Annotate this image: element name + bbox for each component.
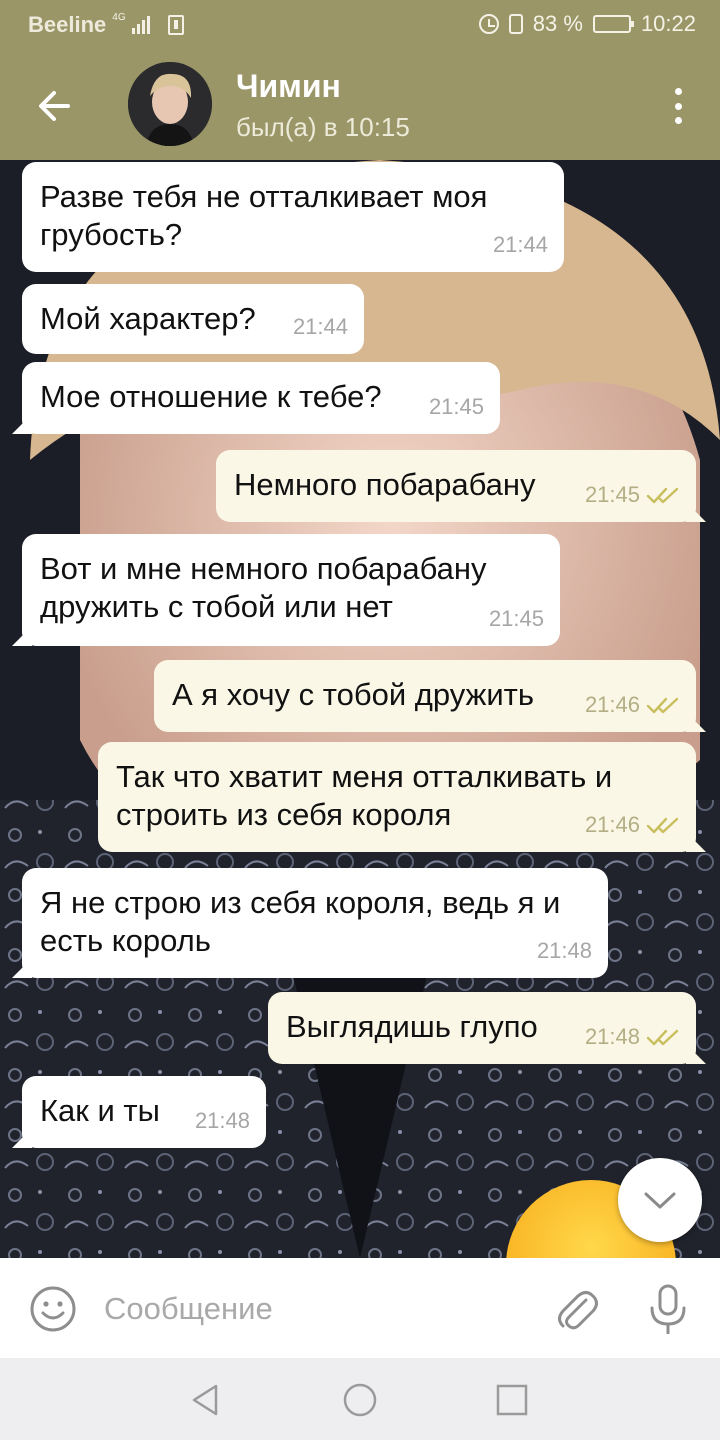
outgoing-message[interactable]: Так что хватит меня отталкивать и строит… — [98, 742, 696, 852]
message-time: 21:45 — [428, 394, 484, 419]
double-check-icon — [646, 697, 679, 714]
message-time: 21:46 — [584, 692, 640, 717]
back-button[interactable] — [26, 78, 82, 134]
alarm-icon — [478, 14, 499, 34]
message-text: Разве тебя не отталкивает моя грубость? — [40, 179, 488, 252]
nav-back-icon[interactable] — [186, 1380, 226, 1420]
chat-header: Чимин был(а) в 10:15 — [0, 48, 720, 160]
message-time: 21:48 — [584, 1024, 640, 1049]
message-meta: 21:48 — [537, 932, 592, 970]
message-time: 21:45 — [584, 482, 640, 507]
scroll-down-button[interactable] — [618, 1158, 702, 1242]
incoming-message[interactable]: Мой характер? 21:44 — [22, 284, 364, 354]
message-meta: 21:46 — [585, 686, 680, 724]
paperclip-icon[interactable] — [552, 1284, 600, 1334]
microphone-icon[interactable] — [644, 1282, 692, 1336]
message-meta: 21:45 — [585, 476, 680, 514]
incoming-message[interactable]: Вот и мне немного побарабану дружить с т… — [22, 534, 560, 646]
incoming-message[interactable]: Разве тебя не отталкивает моя грубость? 2… — [22, 162, 564, 272]
nav-recents-icon[interactable] — [492, 1380, 532, 1420]
message-text: Мое отношение к тебе? — [40, 379, 382, 414]
incoming-message[interactable]: Мое отношение к тебе? 21:45 — [22, 362, 500, 434]
double-check-icon — [646, 817, 679, 834]
message-meta: 21:45 — [489, 600, 544, 638]
status-bar: Beeline 4G 83 % 10:22 — [0, 0, 720, 48]
battery-percent: 83 % — [532, 11, 583, 36]
smile-icon[interactable] — [28, 1284, 78, 1334]
battery-icon — [592, 15, 634, 33]
signal-icon — [131, 16, 150, 34]
message-time: 21:46 — [584, 812, 640, 837]
message-time: 21:48 — [194, 1108, 250, 1133]
more-vertical-icon[interactable] — [666, 84, 690, 128]
message-meta: 21:44 — [293, 308, 348, 346]
arrow-left-icon — [39, 91, 70, 121]
incoming-message[interactable]: Как и ты 21:48 — [22, 1076, 266, 1148]
message-time: 21:44 — [492, 232, 548, 257]
message-meta: 21:46 — [585, 806, 680, 844]
message-list[interactable]: Разве тебя не отталкивает моя грубость? 2… — [0, 160, 720, 1258]
last-seen-status: был(а) в 10:15 — [236, 112, 410, 142]
incoming-message[interactable]: Я не строю из себя короля, ведь я и есть… — [22, 868, 608, 978]
sim-icon — [167, 15, 184, 35]
message-time: 21:44 — [292, 314, 348, 339]
nav-home-icon[interactable] — [340, 1380, 380, 1420]
message-meta: 21:44 — [493, 226, 548, 264]
message-input[interactable] — [104, 1286, 524, 1332]
message-text: Я не строю из себя короля, ведь я и есть… — [40, 885, 561, 958]
message-composer — [0, 1258, 720, 1358]
double-check-icon — [646, 487, 679, 504]
outgoing-message[interactable]: А я хочу с тобой дружить 21:46 — [154, 660, 696, 732]
outgoing-message[interactable]: Немного побарабану 21:45 — [216, 450, 696, 522]
message-text: Вот и мне немного побарабану дружить с т… — [40, 551, 487, 624]
avatar[interactable] — [128, 62, 212, 146]
message-meta: 21:48 — [585, 1018, 680, 1056]
contact-name[interactable]: Чимин — [236, 68, 341, 105]
message-time: 21:45 — [488, 606, 544, 631]
vibrate-icon — [508, 14, 523, 34]
clock: 10:22 — [640, 11, 696, 36]
message-meta: 21:48 — [195, 1102, 250, 1140]
chevron-down-icon — [644, 1192, 676, 1209]
carrier-label: Beeline — [28, 12, 107, 37]
message-time: 21:48 — [536, 938, 592, 963]
message-meta: 21:45 — [429, 388, 484, 426]
double-check-icon — [646, 1029, 679, 1046]
system-navigation-bar — [0, 1358, 720, 1440]
outgoing-message[interactable]: Выглядишь глупо 21:48 — [268, 992, 696, 1064]
network-type-label: 4G — [112, 11, 126, 23]
